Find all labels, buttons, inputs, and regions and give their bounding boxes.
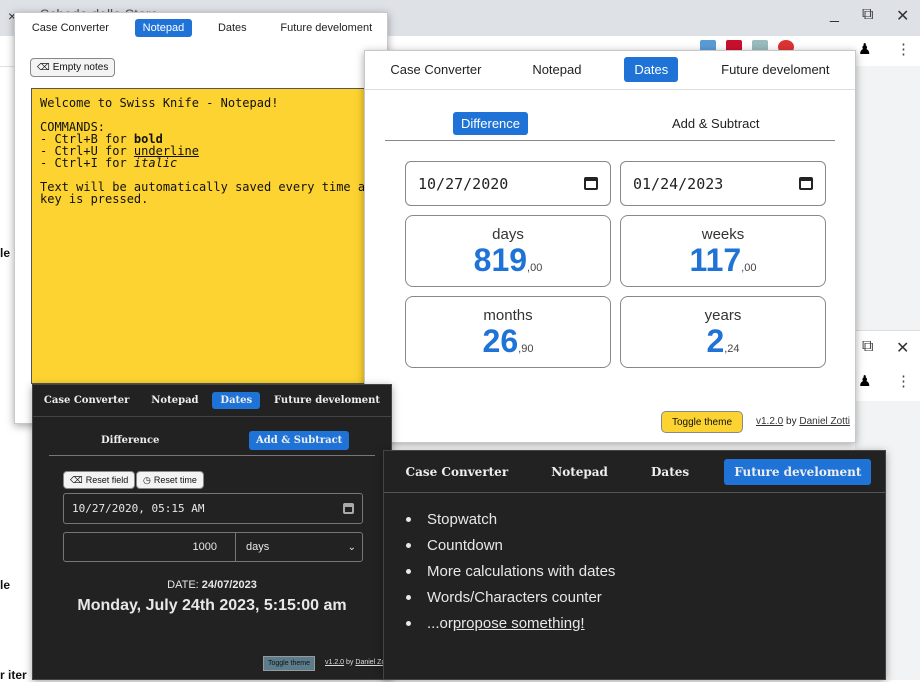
backspace-icon: ⌫ (37, 62, 50, 72)
divider (33, 416, 391, 417)
note-line: - Ctrl+I for italic (40, 156, 178, 170)
main-nav: Case Converter Notepad Dates Future deve… (33, 389, 391, 411)
future-development-popup: Case Converter Notepad Dates Future deve… (383, 450, 886, 680)
tab-notepad[interactable]: Notepad (524, 59, 589, 80)
toggle-theme-button[interactable]: Toggle theme (661, 411, 743, 433)
future-list: Stopwatch Countdown More calculations wi… (402, 506, 615, 636)
date-from-input[interactable]: 10/27/2020 (405, 161, 611, 206)
amount-input[interactable]: 1000 (63, 532, 236, 562)
subtab-difference[interactable]: Difference (101, 435, 159, 446)
version-link[interactable]: v1.2.0 (325, 659, 344, 666)
calendar-icon[interactable] (343, 503, 354, 514)
result-card-days: days 819,00 (405, 215, 611, 287)
divider (385, 140, 835, 141)
note-line: Welcome to Swiss Knife - Notepad! (40, 96, 279, 110)
unit-select[interactable]: days ⌄ (235, 532, 363, 562)
empty-notes-button[interactable]: ⌫ Empty notes (30, 58, 116, 77)
restore-button[interactable]: ⧉ (862, 338, 873, 356)
tab-case-converter[interactable]: Case Converter (24, 19, 117, 37)
calendar-icon[interactable] (584, 177, 598, 190)
divider (365, 89, 855, 90)
main-nav: Case Converter Notepad Dates Future deve… (365, 55, 855, 83)
dates-add-subtract-popup: Case Converter Notepad Dates Future deve… (32, 384, 392, 680)
date-to-input[interactable]: 01/24/2023 (620, 161, 826, 206)
chevron-down-icon: ⌄ (347, 541, 356, 553)
subtab-add-subtract[interactable]: Add & Subtract (249, 431, 350, 450)
tab-dates[interactable]: Dates (643, 462, 697, 482)
dates-difference-popup: Case Converter Notepad Dates Future deve… (364, 50, 856, 443)
window-close-button[interactable]: ✕ (896, 6, 909, 26)
tab-case-converter[interactable]: Case Converter (398, 462, 517, 482)
reset-field-button[interactable]: ⌫ Reset field (63, 471, 136, 489)
list-item: ...or propose something! (402, 610, 615, 636)
italic-word: italic (133, 156, 178, 170)
result-card-weeks: weeks 117,00 (620, 215, 826, 287)
tab-future[interactable]: Future develoment (713, 59, 837, 80)
avatar[interactable]: ♟ (858, 372, 871, 390)
divider (384, 492, 885, 493)
tab-case-converter[interactable]: Case Converter (36, 392, 138, 409)
toggle-theme-button[interactable]: Toggle theme (263, 656, 315, 671)
notepad-popup: Case Converter Notepad Dates Future deve… (14, 12, 388, 424)
propose-link[interactable]: propose something! (453, 615, 585, 632)
notepad-textarea[interactable]: Welcome to Swiss Knife - Notepad!​COMMAN… (31, 88, 375, 384)
list-item: Stopwatch (402, 506, 615, 532)
divider (49, 455, 375, 456)
result-card-years: years 2,24 (620, 296, 826, 368)
version-link[interactable]: v1.2.0 (756, 416, 783, 427)
tab-dates[interactable]: Dates (624, 56, 679, 82)
author-link[interactable]: Daniel Zotti (799, 416, 850, 427)
footer-credit: v1.2.0 by Daniel Zotti (756, 416, 850, 427)
window-close-button[interactable]: ✕ (896, 338, 909, 358)
menu-icon[interactable]: ⋮ (896, 372, 911, 390)
reset-time-button[interactable]: ◷ Reset time (136, 471, 204, 489)
datetime-input[interactable]: 10/27/2020, 05:15 AM (63, 493, 363, 524)
list-item: Words/Characters counter (402, 584, 615, 610)
tab-dates[interactable]: Dates (212, 391, 261, 409)
date-long-result: Monday, July 24th 2023, 5:15:00 am (77, 597, 347, 614)
subtab-difference[interactable]: Difference (453, 112, 529, 135)
tab-case-converter[interactable]: Case Converter (382, 59, 489, 80)
menu-icon[interactable]: ⋮ (896, 40, 911, 58)
note-line: key is pressed. (40, 192, 149, 206)
tab-notepad[interactable]: Notepad (134, 19, 193, 37)
main-nav: Case Converter Notepad Dates Future deve… (15, 17, 389, 39)
author-link[interactable]: Daniel Zo (355, 659, 385, 666)
tab-notepad[interactable]: Notepad (143, 392, 206, 409)
tab-future[interactable]: Future develoment (266, 392, 388, 409)
tab-future[interactable]: Future develoment (272, 19, 380, 37)
restore-button[interactable]: ⧉ (862, 6, 873, 24)
minimize-button[interactable]: _ (830, 6, 839, 24)
tab-notepad[interactable]: Notepad (543, 462, 616, 482)
footer-credit: v1.2.0 by Daniel Zo (325, 659, 386, 666)
result-card-months: months 26,90 (405, 296, 611, 368)
clock-icon: ◷ (143, 474, 151, 485)
main-nav: Case Converter Notepad Dates Future deve… (384, 457, 885, 487)
tab-dates[interactable]: Dates (210, 19, 255, 37)
list-item: More calculations with dates (402, 558, 615, 584)
avatar[interactable]: ♟ (858, 40, 871, 58)
page-fragment-text: le (0, 246, 11, 260)
list-item: Countdown (402, 532, 615, 558)
backspace-icon: ⌫ (70, 474, 83, 485)
date-short-result: DATE: 24/07/2023 (167, 579, 257, 591)
subtab-add-subtract[interactable]: Add & Subtract (672, 116, 759, 131)
calendar-icon[interactable] (799, 177, 813, 190)
page-fragment-text: le (0, 578, 11, 592)
tab-future[interactable]: Future develoment (724, 459, 872, 485)
